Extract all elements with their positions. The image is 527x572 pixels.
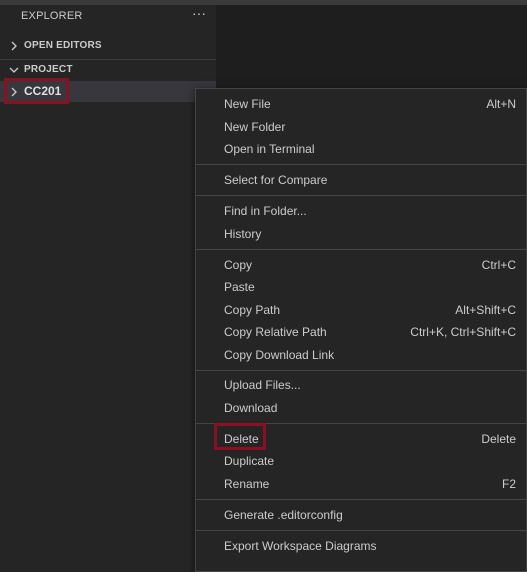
menu-separator bbox=[196, 370, 527, 371]
menu-item-label: Rename bbox=[224, 477, 270, 491]
menu-item-label: Paste bbox=[224, 280, 255, 294]
menu-item-shortcut: Ctrl+K, Ctrl+Shift+C bbox=[410, 325, 516, 339]
menu-separator bbox=[196, 249, 527, 250]
menu-item-label: History bbox=[224, 227, 262, 241]
menu-item-history[interactable]: History bbox=[196, 223, 527, 245]
menu-item-paste[interactable]: Paste bbox=[196, 276, 527, 298]
menu-item-find-in-folder[interactable]: Find in Folder... bbox=[196, 200, 527, 222]
menu-item-label: Copy Relative Path bbox=[224, 325, 327, 339]
menu-item-label: Find in Folder... bbox=[224, 204, 307, 218]
menu-item-label: Generate .editorconfig bbox=[224, 508, 343, 522]
menu-item-rename[interactable]: Rename F2 bbox=[196, 473, 527, 495]
menu-item-label: Select for Compare bbox=[224, 173, 328, 187]
explorer-header: EXPLORER ··· bbox=[0, 5, 216, 25]
menu-item-shortcut: Delete bbox=[481, 432, 516, 446]
menu-item-upload-files[interactable]: Upload Files... bbox=[196, 374, 527, 396]
menu-item-new-file[interactable]: New File Alt+N bbox=[196, 93, 527, 115]
tree-item-label: CC201 bbox=[24, 84, 62, 98]
section-project-label: PROJECT bbox=[24, 64, 73, 75]
menu-item-copy-relative-path[interactable]: Copy Relative Path Ctrl+K, Ctrl+Shift+C bbox=[196, 321, 527, 343]
menu-item-export-workspace-diagrams[interactable]: Export Workspace Diagrams bbox=[196, 535, 527, 557]
menu-item-label: Delete bbox=[224, 432, 259, 446]
menu-item-label: Upload Files... bbox=[224, 378, 301, 392]
menu-item-shortcut: Alt+N bbox=[486, 97, 516, 111]
section-open-editors[interactable]: OPEN EDITORS bbox=[0, 36, 216, 56]
menu-item-label: Copy bbox=[224, 258, 253, 272]
menu-item-shortcut: Ctrl+C bbox=[481, 258, 516, 272]
menu-item-label: Export Workspace Diagrams bbox=[224, 539, 377, 553]
menu-item-label: Copy Download Link bbox=[224, 348, 335, 362]
section-project[interactable]: PROJECT bbox=[0, 59, 216, 79]
vscode-window: EXPLORER ··· OPEN EDITORS PROJECT CC201 … bbox=[0, 0, 527, 572]
menu-item-label: Copy Path bbox=[224, 303, 281, 317]
menu-item-copy-path[interactable]: Copy Path Alt+Shift+C bbox=[196, 299, 527, 321]
chevron-right-icon bbox=[9, 40, 19, 52]
section-open-editors-label: OPEN EDITORS bbox=[24, 40, 102, 51]
menu-item-label: New Folder bbox=[224, 120, 286, 134]
menu-item-shortcut: F2 bbox=[501, 477, 516, 491]
menu-item-generate-editorconfig[interactable]: Generate .editorconfig bbox=[196, 504, 527, 526]
menu-separator bbox=[196, 164, 527, 165]
menu-item-copy-download-link[interactable]: Copy Download Link bbox=[196, 344, 527, 366]
chevron-down-icon bbox=[9, 64, 19, 76]
menu-separator bbox=[196, 195, 527, 196]
menu-item-label: Duplicate bbox=[224, 454, 275, 468]
context-menu: New File Alt+N New Folder Open in Termin… bbox=[195, 88, 527, 572]
menu-item-delete[interactable]: Delete Delete bbox=[196, 428, 527, 450]
menu-item-download[interactable]: Download bbox=[196, 397, 527, 419]
more-actions-button[interactable]: ··· bbox=[189, 5, 209, 23]
menu-item-select-for-compare[interactable]: Select for Compare bbox=[196, 169, 527, 191]
menu-item-copy[interactable]: Copy Ctrl+C bbox=[196, 254, 527, 276]
menu-item-new-folder[interactable]: New Folder bbox=[196, 116, 527, 138]
menu-item-label: Open in Terminal bbox=[224, 142, 315, 156]
menu-item-open-in-terminal[interactable]: Open in Terminal bbox=[196, 138, 527, 160]
menu-separator bbox=[196, 530, 527, 531]
menu-separator bbox=[196, 423, 527, 424]
menu-separator bbox=[196, 499, 527, 500]
tree-item-cc201[interactable]: CC201 bbox=[0, 81, 216, 102]
menu-item-label: New File bbox=[224, 97, 271, 111]
menu-item-duplicate[interactable]: Duplicate bbox=[196, 450, 527, 472]
menu-item-shortcut: Alt+Shift+C bbox=[455, 303, 516, 317]
chevron-right-icon bbox=[9, 86, 19, 98]
menu-item-label: Download bbox=[224, 401, 278, 415]
explorer-title: EXPLORER bbox=[21, 10, 83, 22]
